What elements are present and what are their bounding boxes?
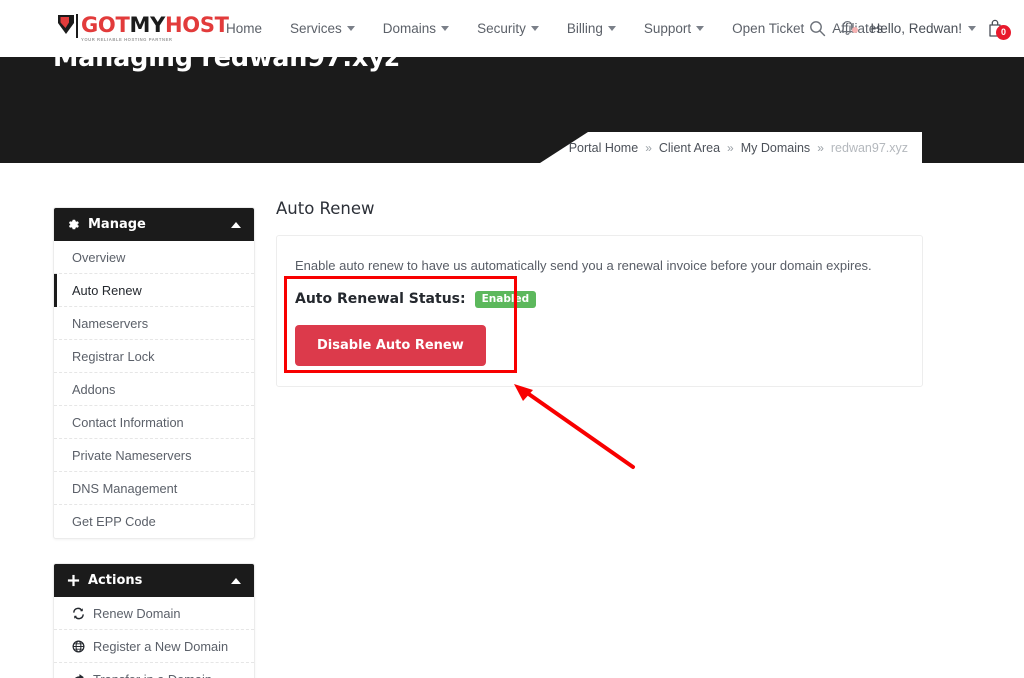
- sidebar-item-label: Register a New Domain: [93, 639, 228, 654]
- auto-renew-card: Enable auto renew to have us automatical…: [276, 235, 923, 387]
- sidebar-panel-title: Actions: [88, 573, 231, 588]
- nav-label: Security: [477, 21, 526, 36]
- sidebar-item-label: Contact Information: [72, 415, 184, 430]
- chevron-down-icon: [347, 26, 355, 31]
- disable-auto-renew-button[interactable]: Disable Auto Renew: [295, 325, 486, 366]
- nav-item-billing[interactable]: Billing: [553, 21, 630, 36]
- breadcrumb: Portal Home » Client Area » My Domains »…: [569, 141, 908, 155]
- sidebar-item-label: Transfer in a Domain: [93, 672, 212, 678]
- arrow-turn-icon: [72, 673, 85, 678]
- nav-item-support[interactable]: Support: [630, 21, 718, 36]
- nav-item-home[interactable]: Home: [212, 21, 276, 36]
- breadcrumb-separator: »: [817, 141, 824, 155]
- sidebar-item-auto-renew[interactable]: Auto Renew: [54, 274, 254, 307]
- main-content: Auto Renew Enable auto renew to have us …: [276, 199, 923, 387]
- sidebar-item-label: Renew Domain: [93, 606, 181, 621]
- logo-mark-icon: [57, 14, 79, 40]
- breadcrumb-item-my-domains[interactable]: My Domains: [741, 141, 810, 155]
- sidebar-item-register-new-domain[interactable]: Register a New Domain: [54, 630, 254, 663]
- user-greeting-label: Hello, Redwan!: [870, 21, 962, 36]
- breadcrumb-item-portal-home[interactable]: Portal Home: [569, 141, 638, 155]
- sidebar-item-overview[interactable]: Overview: [54, 241, 254, 274]
- status-badge: Enabled: [475, 291, 537, 308]
- sidebar-item-get-epp-code[interactable]: Get EPP Code: [54, 505, 254, 538]
- sidebar-item-contact-information[interactable]: Contact Information: [54, 406, 254, 439]
- sidebar-item-label: Overview: [72, 250, 125, 265]
- chevron-up-icon[interactable]: [231, 578, 241, 584]
- nav-item-domains[interactable]: Domains: [369, 21, 463, 36]
- breadcrumb-separator: »: [645, 141, 652, 155]
- nav-label: Domains: [383, 21, 436, 36]
- sidebar-item-dns-management[interactable]: DNS Management: [54, 472, 254, 505]
- plus-icon: [67, 574, 80, 587]
- sidebar-item-transfer-in-domain[interactable]: Transfer in a Domain: [54, 663, 254, 678]
- sidebar-panel-actions: Actions Renew Domain: [53, 563, 255, 678]
- auto-renewal-status-label: Auto Renewal Status:: [295, 291, 466, 307]
- nav-utility-area: Hello, Redwan! 0: [802, 0, 1010, 57]
- sidebar-panel-manage: Manage Overview Auto Renew Nameservers R…: [53, 207, 255, 539]
- page-title: Managing redwan97.xyz: [53, 43, 399, 73]
- chevron-up-icon[interactable]: [231, 222, 241, 228]
- breadcrumb-item-current: redwan97.xyz: [831, 141, 908, 155]
- logo-tagline: YOUR RELIABLE HOSTING PARTNER: [81, 37, 229, 42]
- sidebar-panel-title: Manage: [88, 217, 231, 232]
- nav-item-security[interactable]: Security: [463, 21, 553, 36]
- sidebar-item-renew-domain[interactable]: Renew Domain: [54, 597, 254, 630]
- gear-icon: [67, 218, 80, 231]
- notification-dot: [852, 27, 858, 33]
- breadcrumb-item-client-area[interactable]: Client Area: [659, 141, 720, 155]
- sidebar-item-label: DNS Management: [72, 481, 177, 496]
- bell-icon[interactable]: [833, 20, 862, 37]
- chevron-down-icon: [531, 26, 539, 31]
- nav-item-services[interactable]: Services: [276, 21, 369, 36]
- sync-icon: [72, 607, 85, 620]
- logo-wordmark: GOTMYHOST: [81, 14, 229, 36]
- sidebar-item-label: Private Nameservers: [72, 448, 191, 463]
- sidebar-item-nameservers[interactable]: Nameservers: [54, 307, 254, 340]
- user-menu[interactable]: Hello, Redwan!: [862, 21, 984, 36]
- section-title: Auto Renew: [276, 199, 923, 218]
- chevron-down-icon: [968, 26, 976, 31]
- nav-label: Home: [226, 21, 262, 36]
- sidebar-item-label: Get EPP Code: [72, 514, 156, 529]
- nav-label: Services: [290, 21, 342, 36]
- logo-text-my: MY: [130, 13, 166, 37]
- sidebar-item-private-nameservers[interactable]: Private Nameservers: [54, 439, 254, 472]
- logo-text-got: GOT: [81, 13, 130, 37]
- search-icon[interactable]: [802, 20, 833, 37]
- sidebar-item-label: Auto Renew: [72, 283, 142, 298]
- page-root: GOTMYHOST YOUR RELIABLE HOSTING PARTNER …: [0, 0, 1024, 678]
- nav-label: Billing: [567, 21, 603, 36]
- breadcrumb-separator: »: [727, 141, 734, 155]
- cart-button[interactable]: 0: [984, 19, 1010, 38]
- site-logo[interactable]: GOTMYHOST YOUR RELIABLE HOSTING PARTNER: [57, 14, 229, 42]
- sidebar-item-addons[interactable]: Addons: [54, 373, 254, 406]
- chevron-down-icon: [696, 26, 704, 31]
- breadcrumb-bar: Portal Home » Client Area » My Domains »…: [540, 132, 922, 163]
- chevron-down-icon: [441, 26, 449, 31]
- sidebar-panel-header-manage[interactable]: Manage: [54, 208, 254, 241]
- auto-renewal-status-row: Auto Renewal Status: Enabled: [295, 291, 904, 308]
- sidebar: Manage Overview Auto Renew Nameservers R…: [53, 207, 255, 678]
- nav-label: Open Ticket: [732, 21, 804, 36]
- auto-renew-description: Enable auto renew to have us automatical…: [295, 258, 904, 273]
- sidebar-panel-header-actions[interactable]: Actions: [54, 564, 254, 597]
- cart-count-badge: 0: [996, 25, 1011, 40]
- globe-icon: [72, 640, 85, 653]
- sidebar-item-registrar-lock[interactable]: Registrar Lock: [54, 340, 254, 373]
- body-area: Manage Overview Auto Renew Nameservers R…: [0, 163, 1024, 678]
- sidebar-item-label: Nameservers: [72, 316, 148, 331]
- sidebar-item-label: Addons: [72, 382, 115, 397]
- sidebar-item-label: Registrar Lock: [72, 349, 155, 364]
- chevron-down-icon: [608, 26, 616, 31]
- nav-label: Support: [644, 21, 691, 36]
